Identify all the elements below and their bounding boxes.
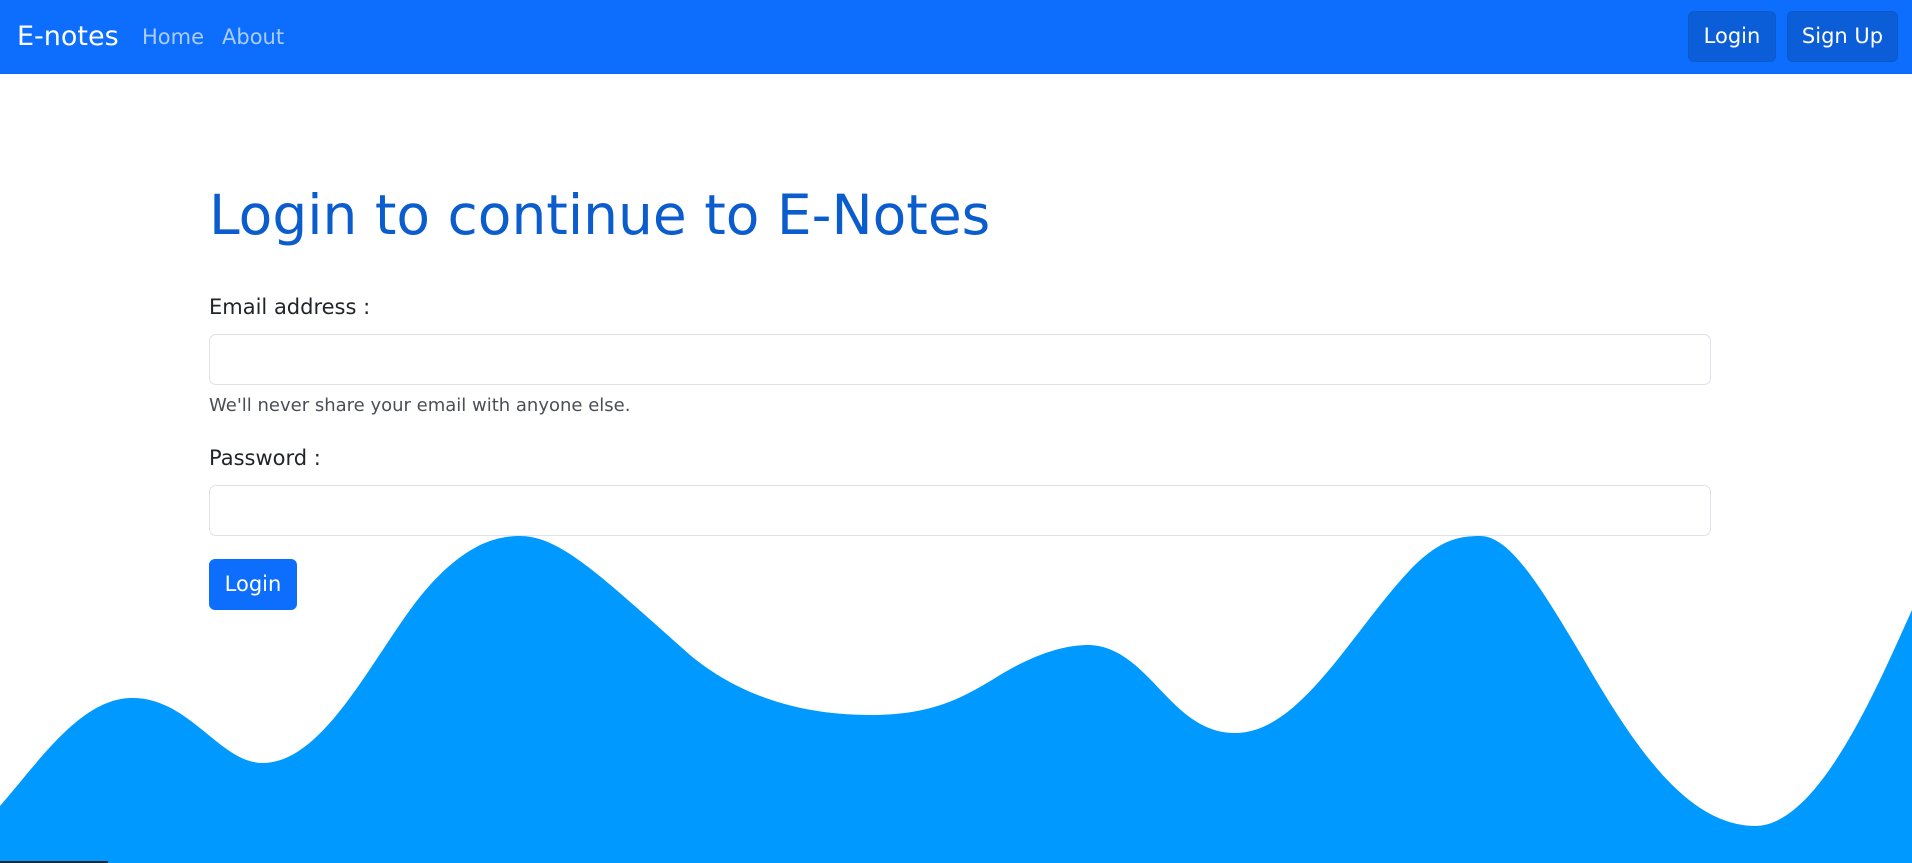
password-field[interactable]	[209, 485, 1711, 536]
email-label: Email address :	[209, 295, 371, 319]
email-help-text: We'll never share your email with anyone…	[209, 395, 631, 416]
page-title: Login to continue to E-Notes	[209, 183, 991, 247]
nav-link-about[interactable]: About	[222, 23, 284, 51]
email-field[interactable]	[209, 334, 1711, 385]
login-page: E-notes Home About Login Sign Up Login t…	[0, 0, 1912, 863]
navbar-signup-button[interactable]: Sign Up	[1787, 11, 1898, 62]
login-submit-button[interactable]: Login	[209, 559, 297, 610]
wave-background	[0, 536, 1912, 863]
nav-link-home[interactable]: Home	[142, 23, 204, 51]
navbar-login-button[interactable]: Login	[1688, 11, 1776, 62]
password-label: Password :	[209, 446, 321, 470]
brand-logo[interactable]: E-notes	[17, 20, 119, 54]
top-navbar: E-notes Home About Login Sign Up	[0, 0, 1912, 74]
